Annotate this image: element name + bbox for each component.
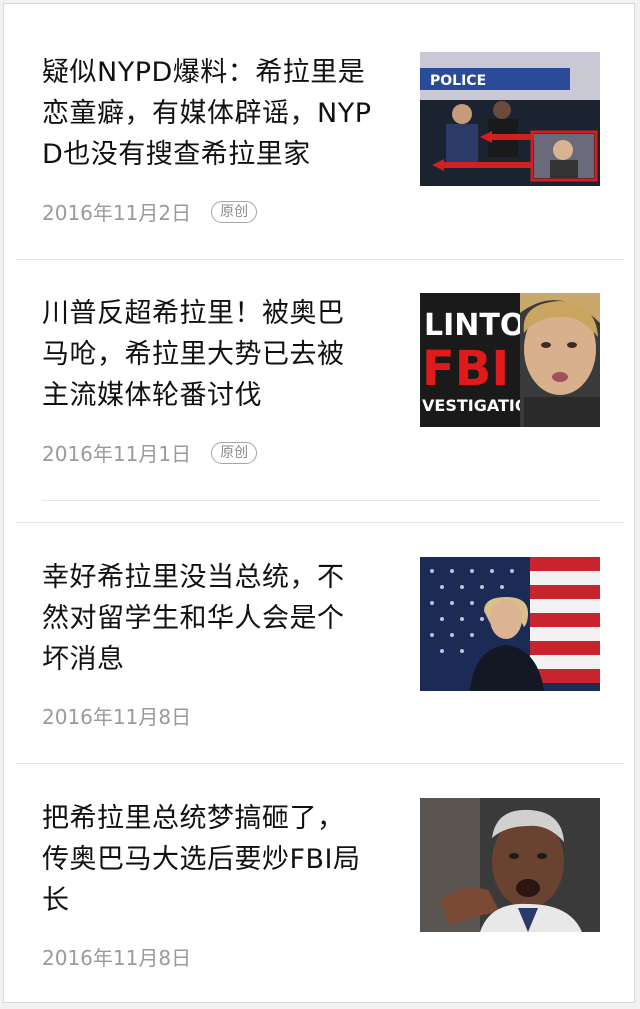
article-meta: 2016年11月8日 [42,942,191,971]
article-thumbnail[interactable]: POLICE [420,52,600,186]
article-date: 2016年11月2日 [42,201,192,225]
article-title[interactable]: 川普反超希拉里！被奥巴 马呛，希拉里大势已去被 主流媒体轮番讨伐 [42,293,392,416]
article-item-2[interactable]: 川普反超希拉里！被奥巴 马呛，希拉里大势已去被 主流媒体轮番讨伐 2016年11… [4,260,634,500]
article-meta: 2016年11月1日 原创 [42,438,258,467]
article-thumbnail[interactable] [420,557,600,691]
article-item-1[interactable]: 疑似NYPD爆料：希拉里是 恋童癖，有媒体辟谣，NYP D也没有搜查希拉里家 2… [4,4,634,259]
article-meta: 2016年11月2日 原创 [42,197,258,226]
obama-photo-image [420,798,600,932]
original-badge: 原创 [211,200,258,223]
article-list: 疑似NYPD爆料：希拉里是 恋童癖，有媒体辟谣，NYP D也没有搜查希拉里家 2… [3,3,635,1003]
article-meta: 2016年11月8日 [42,701,191,730]
clinton-fbi-image: LINTON FBI VESTIGATION [420,293,600,427]
article-title[interactable]: 幸好希拉里没当总统，不 然对留学生和华人会是个 坏消息 [42,557,392,680]
article-thumbnail[interactable]: LINTON FBI VESTIGATION [420,293,600,427]
article-thumbnail[interactable] [420,798,600,932]
article-date: 2016年11月1日 [42,442,192,466]
article-date: 2016年11月8日 [42,946,192,970]
article-title[interactable]: 疑似NYPD爆料：希拉里是 恋童癖，有媒体辟谣，NYP D也没有搜查希拉里家 [42,52,392,175]
original-badge: 原创 [211,441,258,464]
graphic-fbi-text: FBI [422,341,509,397]
police-text: POLICE [430,73,486,89]
divider [42,500,600,501]
article-item-3[interactable]: 幸好希拉里没当总统，不 然对留学生和华人会是个 坏消息 2016年11月8日 [4,523,634,763]
article-date: 2016年11月8日 [42,705,192,729]
flag-speech-image [420,557,600,691]
police-photo-image: POLICE [420,52,600,186]
article-title[interactable]: 把希拉里总统梦搞砸了， 传奥巴马大选后要炒FBI局 长 [42,798,392,921]
article-item-4[interactable]: 把希拉里总统梦搞砸了， 传奥巴马大选后要炒FBI局 长 2016年11月8日 [4,764,634,1004]
